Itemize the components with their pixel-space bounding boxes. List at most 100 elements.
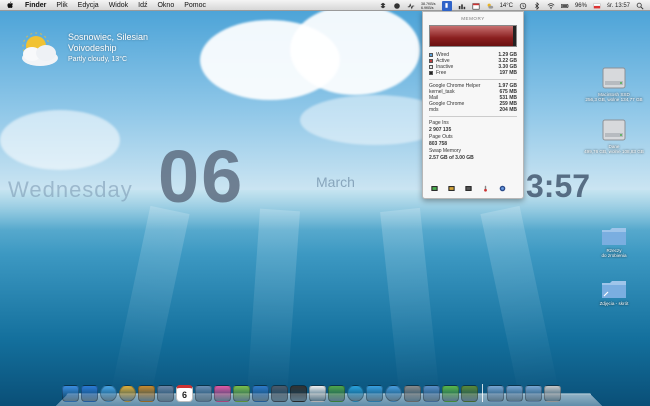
divider: [429, 116, 517, 117]
spotify-icon[interactable]: [233, 385, 250, 402]
pages-icon[interactable]: [309, 385, 326, 402]
apple-icon[interactable]: [6, 1, 14, 9]
mail-icon[interactable]: [157, 385, 174, 402]
spotlight-icon[interactable]: [636, 2, 644, 10]
temperature-monitor-icon[interactable]: [482, 185, 489, 192]
memory-free-segment: [513, 26, 516, 46]
wallpaper-cloud: [0, 110, 120, 170]
clock-time: 3:57: [526, 168, 591, 204]
desktop-item-sub: 256,3 GB, wolne 134,77 GB: [585, 97, 643, 102]
weather-region: Voivodeship: [68, 43, 117, 53]
menubar-battery-percent[interactable]: 96%: [575, 3, 587, 9]
calendar-date-label: 6: [181, 389, 187, 400]
network-monitor-icon[interactable]: [499, 185, 506, 192]
evernote-menu-icon[interactable]: [393, 2, 401, 10]
clock-month: March: [316, 174, 355, 190]
calendar-icon[interactable]: 6: [176, 385, 193, 402]
downloads-folder-icon[interactable]: [487, 385, 504, 402]
menubar-clock[interactable]: śr. 13:57: [607, 3, 630, 9]
menu-edycja[interactable]: Edycja: [73, 0, 104, 11]
music-icon[interactable]: [252, 385, 269, 402]
menu-pomoc[interactable]: Pomoc: [179, 0, 211, 11]
dock: 6: [62, 380, 561, 402]
active-swatch: [429, 59, 433, 63]
cpu-monitor-icon[interactable]: [431, 185, 438, 192]
evernote-icon[interactable]: [328, 385, 345, 402]
menubar-temperature[interactable]: 14°C: [500, 3, 513, 9]
free-swatch: [429, 71, 433, 75]
weather-city: Sosnowiec, Silesian: [68, 32, 149, 42]
process-name: mds: [429, 107, 439, 113]
memory-usage-bar: [429, 25, 517, 47]
chrome-icon[interactable]: [119, 385, 136, 402]
menu-finder[interactable]: Finder: [20, 0, 51, 11]
page-outs-value: 803 758: [429, 141, 448, 147]
inactive-swatch: [429, 65, 433, 69]
folder-alias-icon: [602, 281, 626, 298]
itunes-pink-icon[interactable]: [214, 385, 231, 402]
calendar-menu-icon[interactable]: [472, 2, 480, 10]
network-rates[interactable]: 38.7KB/s 6.9KB/s: [421, 2, 436, 10]
coda-icon[interactable]: [442, 385, 459, 402]
system-prefs-icon[interactable]: [404, 385, 421, 402]
memory-menu-icon[interactable]: ▮: [441, 0, 452, 11]
apps-folder-icon[interactable]: [506, 385, 523, 402]
preview-icon[interactable]: [271, 385, 288, 402]
weather-description: Partly cloudy, 13°C: [68, 56, 128, 63]
network-download-rate: 6.9KB/s: [420, 5, 434, 10]
menu-bar: Finder Plik Edycja Widok Idź Okno Pomoc …: [0, 0, 650, 11]
desktop-drive-dane[interactable]: Dane 499,76 GB, wolne 108,83 GB: [584, 118, 644, 154]
activity-icon[interactable]: [407, 2, 415, 10]
hard-drive-icon: [602, 119, 626, 141]
trash-icon[interactable]: [544, 385, 561, 402]
page-ins-label: Page Ins: [429, 120, 449, 126]
page-ins-value: 2 907 135: [429, 127, 452, 133]
disk-monitor-icon[interactable]: [465, 185, 472, 192]
wifi-icon[interactable]: [547, 2, 555, 10]
desktop-folder-rzeczy[interactable]: Rzeczy do zrobienia: [584, 226, 644, 258]
menu-widok[interactable]: Widok: [104, 0, 133, 11]
sparrow-icon[interactable]: [461, 385, 478, 402]
menu-idz[interactable]: Idź: [133, 0, 152, 11]
appstore-icon[interactable]: [81, 385, 98, 402]
documents-folder-icon[interactable]: [525, 385, 542, 402]
process-row[interactable]: mds 204 MB: [429, 107, 517, 113]
wallpaper-cloud: [290, 5, 420, 95]
menu-okno[interactable]: Okno: [152, 0, 179, 11]
desktop-item-label: Zdjęcia - skrót: [599, 301, 629, 306]
memory-panel-title: MEMORY: [461, 16, 485, 21]
finder-icon[interactable]: [62, 385, 79, 402]
clock-date: 06: [158, 135, 245, 218]
hard-drive-icon: [602, 67, 626, 89]
menu-plik[interactable]: Plik: [51, 0, 72, 11]
battery-icon[interactable]: [561, 2, 569, 10]
sonos-icon[interactable]: [290, 385, 307, 402]
time-machine-icon[interactable]: [519, 2, 527, 10]
legend-value: 197 MB: [499, 70, 517, 76]
flag-icon[interactable]: [593, 2, 601, 10]
partly-cloudy-icon: [22, 32, 58, 66]
twitter-icon[interactable]: [366, 385, 383, 402]
photos-icon[interactable]: [195, 385, 212, 402]
utilities-icon[interactable]: [423, 385, 440, 402]
bluetooth-icon[interactable]: [533, 1, 541, 10]
desktop-alias-zdjecia[interactable]: Zdjęcia - skrót: [584, 279, 644, 306]
box-icon[interactable]: [138, 385, 155, 402]
monitor-switcher: [431, 185, 506, 192]
desktop-drive-macintosh-ssd[interactable]: Macintosh SSD 256,3 GB, wolne 134,77 GB: [584, 66, 644, 102]
process-memory: 204 MB: [499, 107, 517, 113]
memory-dropdown-panel: MEMORY Wired 1.29 GB Active 3.22 GB Inac…: [422, 11, 524, 199]
cpu-graph-icon[interactable]: [458, 2, 466, 10]
weather-menu-icon[interactable]: [486, 2, 494, 10]
memory-monitor-icon[interactable]: [448, 185, 455, 192]
desktop-item-sub: do zrobienia: [601, 253, 627, 258]
dropbox-icon[interactable]: [379, 2, 387, 10]
page-outs-label: Page Outs: [429, 134, 453, 140]
wired-swatch: [429, 53, 433, 57]
weather-widget: Sosnowiec, Silesian Voivodeship Partly c…: [18, 30, 198, 70]
messages-icon[interactable]: [385, 385, 402, 402]
skype-icon[interactable]: [347, 385, 364, 402]
divider: [429, 79, 517, 80]
swap-value: 2.57 GB of 3.00 GB: [429, 155, 474, 161]
safari-icon[interactable]: [100, 385, 117, 402]
